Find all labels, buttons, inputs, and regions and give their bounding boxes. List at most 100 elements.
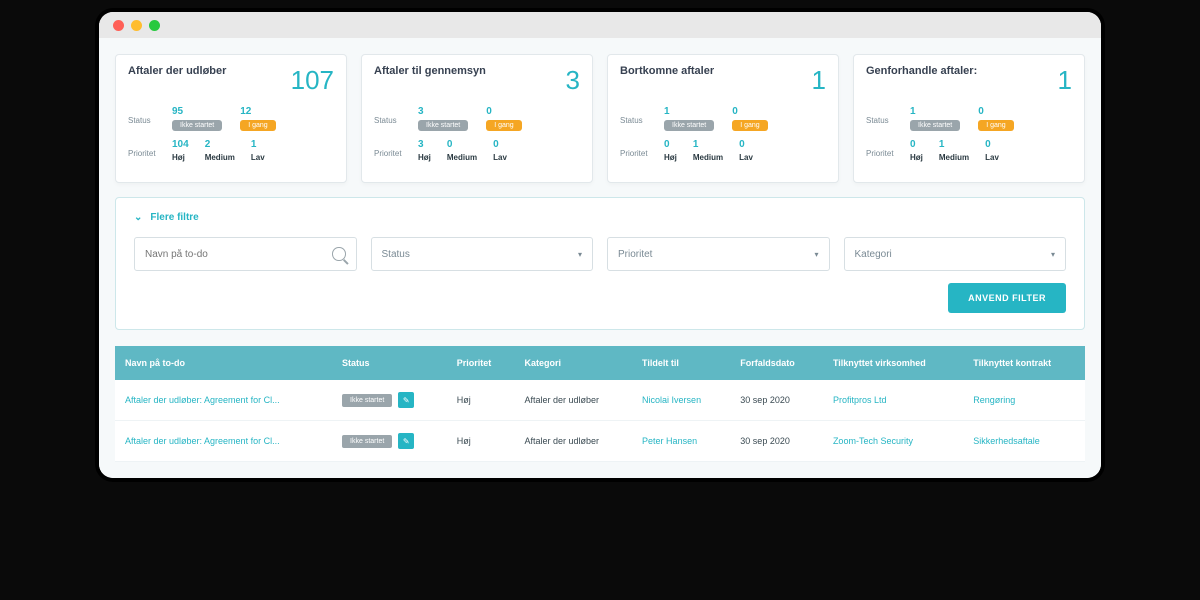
prio-low-count: 1 [251, 139, 257, 150]
prio-low-label: Lav [985, 153, 999, 162]
badge-not-started: Ikke startet [664, 120, 714, 131]
filter-status-label: Status [382, 249, 410, 260]
edit-icon[interactable]: ✎ [398, 433, 414, 449]
minimize-icon[interactable] [131, 20, 142, 31]
prio-high-count: 3 [418, 139, 424, 150]
th-assigned[interactable]: Tildelt til [632, 346, 730, 380]
prio-med-label: Medium [939, 153, 969, 162]
chevron-down-icon: ⌄ [134, 212, 142, 223]
th-due[interactable]: Forfaldsdato [730, 346, 823, 380]
row-name-link[interactable]: Aftaler der udløber: Agreement for Cl... [125, 436, 280, 446]
todo-table: Navn på to-do Status Prioritet Kategori … [115, 346, 1085, 462]
table-header-row: Navn på to-do Status Prioritet Kategori … [115, 346, 1085, 380]
prio-high-label: Høj [664, 153, 677, 162]
filter-toggle[interactable]: ⌄ Flere filtre [134, 212, 1066, 223]
th-contract[interactable]: Tilknyttet kontrakt [963, 346, 1085, 380]
th-category[interactable]: Kategori [515, 346, 633, 380]
prio-med-count: 1 [693, 139, 699, 150]
row-due: 30 sep 2020 [730, 421, 823, 462]
row-priority: Høj [447, 380, 515, 421]
badge-not-started: Ikke startet [418, 120, 468, 131]
th-priority[interactable]: Prioritet [447, 346, 515, 380]
maximize-icon[interactable] [149, 20, 160, 31]
prio-high-count: 104 [172, 139, 189, 150]
card-lost: Bortkomne aftaler 1 Status 1 Ikke startet… [607, 54, 839, 183]
filter-priority-label: Prioritet [618, 249, 652, 260]
apply-filter-button[interactable]: ANVEND FILTER [948, 283, 1066, 313]
th-company[interactable]: Tilknyttet virksomhed [823, 346, 963, 380]
badge-not-started: Ikke startet [910, 120, 960, 131]
filter-name-input[interactable] [134, 237, 357, 271]
prio-low-count: 0 [985, 139, 991, 150]
card-count: 107 [291, 65, 334, 96]
screen: Aftaler der udløber 107 Status 95 Ikke st… [99, 12, 1101, 478]
prio-med-count: 2 [205, 139, 211, 150]
prio-high-count: 0 [664, 139, 670, 150]
prio-high-label: Høj [910, 153, 923, 162]
table-row: Aftaler der udløber: Agreement for Cl...… [115, 421, 1085, 462]
badge-in-progress: I gang [486, 120, 521, 131]
status-notstarted-count: 1 [664, 106, 670, 117]
row-priority: Høj [447, 421, 515, 462]
search-input[interactable] [145, 249, 332, 260]
card-renegotiate: Genforhandle aftaler: 1 Status 1Ikke sta… [853, 54, 1085, 183]
priority-label: Prioritet [620, 139, 654, 158]
status-inprogress-count: 12 [240, 106, 251, 117]
row-category: Aftaler der udløber [515, 421, 633, 462]
card-expiring: Aftaler der udløber 107 Status 95Ikke st… [115, 54, 347, 183]
status-label: Status [620, 106, 654, 125]
row-due: 30 sep 2020 [730, 380, 823, 421]
row-contract-link[interactable]: Rengøring [973, 395, 1015, 405]
prio-med-count: 0 [447, 139, 453, 150]
card-title: Genforhandle aftaler: [866, 65, 977, 77]
close-icon[interactable] [113, 20, 124, 31]
row-name-link[interactable]: Aftaler der udløber: Agreement for Cl... [125, 395, 280, 405]
status-label: Status [866, 106, 900, 125]
row-company-link[interactable]: Zoom-Tech Security [833, 436, 913, 446]
card-count: 1 [812, 65, 826, 96]
status-notstarted-count: 3 [418, 106, 424, 117]
card-count: 3 [566, 65, 580, 96]
edit-icon[interactable]: ✎ [398, 392, 414, 408]
table-row: Aftaler der udløber: Agreement for Cl...… [115, 380, 1085, 421]
card-title: Aftaler til gennemsyn [374, 65, 486, 77]
badge-in-progress: I gang [240, 120, 275, 131]
app-body: Aftaler der udløber 107 Status 95 Ikke st… [99, 38, 1101, 478]
search-icon [332, 247, 345, 261]
row-contract-link[interactable]: Sikkerhedsaftale [973, 436, 1040, 446]
row-company-link[interactable]: Profitpros Ltd [833, 395, 887, 405]
prio-med-label: Medium [447, 153, 477, 162]
row-assigned-link[interactable]: Peter Hansen [642, 436, 697, 446]
priority-label: Prioritet [128, 139, 162, 158]
status-inprogress-count: 0 [978, 106, 984, 117]
summary-cards: Aftaler der udløber 107 Status 95Ikke st… [115, 54, 1085, 183]
row-category: Aftaler der udløber [515, 380, 633, 421]
card-count: 1 [1058, 65, 1072, 96]
filter-category-select[interactable]: Kategori ▾ [844, 237, 1067, 271]
priority-label: Prioritet [374, 139, 408, 158]
card-title: Bortkomne aftaler [620, 65, 714, 77]
row-assigned-link[interactable]: Nicolai Iversen [642, 395, 701, 405]
th-name[interactable]: Navn på to-do [115, 346, 332, 380]
priority-label: Prioritet [866, 139, 900, 158]
prio-high-label: Høj [418, 153, 431, 162]
badge-in-progress: I gang [978, 120, 1013, 131]
filter-panel: ⌄ Flere filtre Status ▾ Prioritet ▾ [115, 197, 1085, 330]
prio-low-count: 0 [493, 139, 499, 150]
prio-low-count: 0 [739, 139, 745, 150]
badge-in-progress: I gang [732, 120, 767, 131]
filter-priority-select[interactable]: Prioritet ▾ [607, 237, 830, 271]
window-titlebar [99, 12, 1101, 38]
caret-down-icon: ▾ [814, 250, 818, 259]
prio-high-label: Høj [172, 153, 185, 162]
card-review: Aftaler til gennemsyn 3 Status 3Ikke sta… [361, 54, 593, 183]
prio-high-count: 0 [910, 139, 916, 150]
prio-low-label: Lav [739, 153, 753, 162]
prio-med-label: Medium [205, 153, 235, 162]
status-cell: Ikke startet ✎ [342, 392, 414, 408]
filter-status-select[interactable]: Status ▾ [371, 237, 594, 271]
badge-not-started: Ikke startet [172, 120, 222, 131]
th-status[interactable]: Status [332, 346, 447, 380]
status-badge: Ikke startet [342, 435, 392, 448]
status-notstarted-count: 95 [172, 106, 183, 117]
